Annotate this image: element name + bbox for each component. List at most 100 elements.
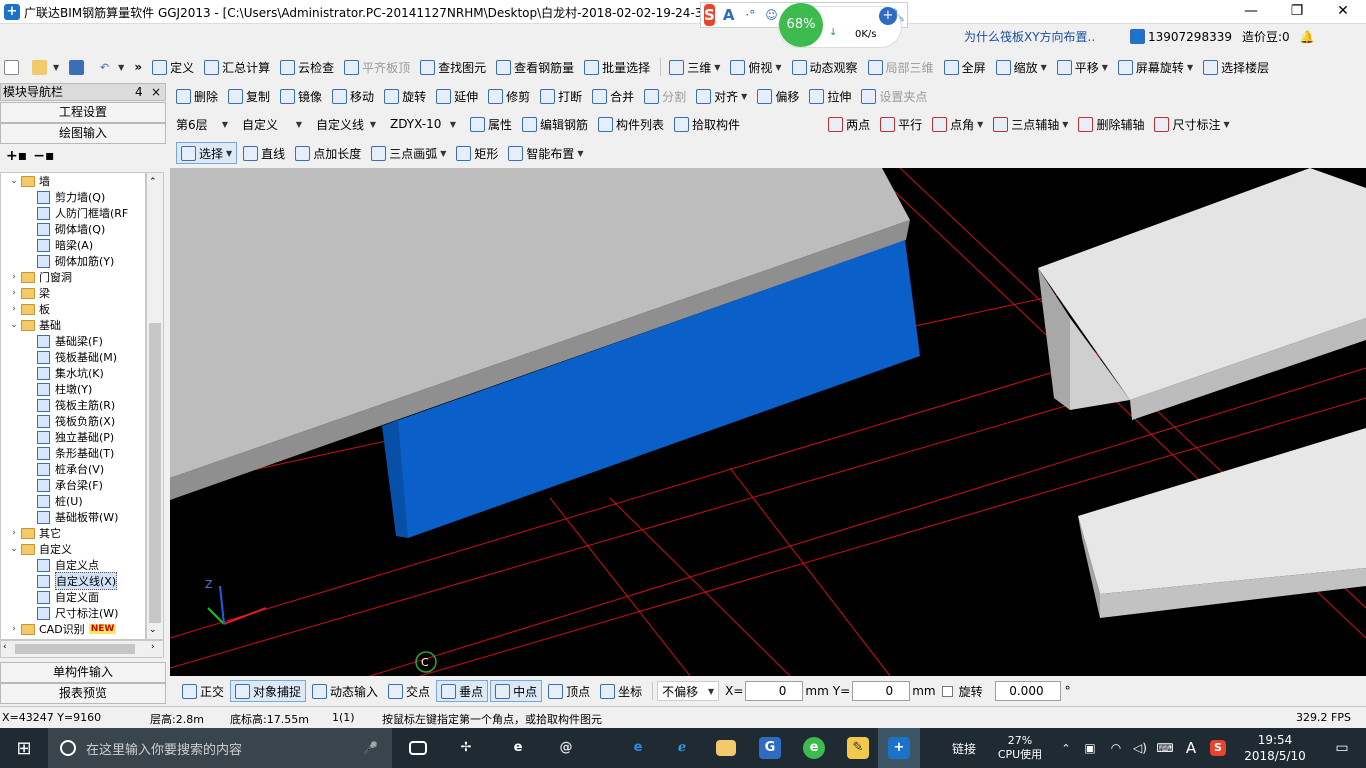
minimize-button[interactable]: —	[1228, 0, 1274, 24]
expand-toggle-icon[interactable]: ›	[9, 624, 19, 634]
tree-item[interactable]: 筏板基础(M)	[1, 349, 145, 365]
chevron-down-icon[interactable]: ▼	[977, 120, 983, 129]
tree-vertical-scrollbar[interactable]: ⌃ ⌄	[146, 172, 164, 640]
task-view-icon[interactable]	[398, 728, 438, 768]
tree-item[interactable]: 暗梁(A)	[1, 237, 145, 253]
main-tool-1[interactable]: 汇总计算	[200, 56, 274, 78]
edit-tool-9[interactable]: 分割	[640, 85, 690, 107]
nav-report-preview[interactable]: 报表预览	[0, 683, 166, 704]
chevron-down-icon[interactable]: ▼	[775, 63, 781, 72]
rotate-angle-input[interactable]: 0.000	[994, 681, 1061, 701]
3d-scene[interactable]: Z C	[170, 168, 1366, 676]
chevron-down-icon[interactable]: ▼	[1187, 63, 1193, 72]
snap-option-6[interactable]: 顶点	[544, 680, 594, 702]
draw-tool-1[interactable]: 直线	[239, 142, 289, 164]
main-tool-2[interactable]: 云检查	[276, 56, 338, 78]
expand-toggle-icon[interactable]: ›	[9, 288, 19, 298]
view-tool-7[interactable]: 屏幕旋转 ▼	[1114, 56, 1197, 78]
edit-tool-6[interactable]: 修剪	[484, 85, 534, 107]
input-language[interactable]: A	[1180, 728, 1202, 768]
tree-item[interactable]: 桩承台(V)	[1, 461, 145, 477]
tree-item[interactable]: 承台梁(F)	[1, 477, 145, 493]
snap-option-4[interactable]: 垂点	[436, 680, 489, 702]
help-link[interactable]: 为什么筏板XY方向布置..	[964, 28, 1095, 45]
close-button[interactable]: ✕	[1320, 0, 1366, 24]
component-tool-2[interactable]: 构件列表	[594, 113, 668, 135]
ie-icon[interactable]: e	[498, 728, 538, 768]
aux-axis-tool-1[interactable]: 平行	[876, 113, 926, 135]
view-tool-4[interactable]: 全屏	[940, 56, 990, 78]
restore-button[interactable]: ❐	[1274, 0, 1320, 24]
edit-tool-13[interactable]: 设置夹点	[857, 85, 931, 107]
tray-expand-icon[interactable]: ⌃	[1056, 728, 1076, 768]
chevron-down-icon[interactable]: ▼	[1041, 63, 1047, 72]
scroll-up-icon[interactable]: ⌃	[149, 177, 157, 187]
start-button[interactable]: ⊞	[0, 728, 48, 768]
floor-select[interactable]: 第6层 ▼	[172, 114, 232, 134]
taskbar-search[interactable]: 在这里输入你要搜索的内容 🎤	[48, 728, 392, 768]
tree-item[interactable]: › CAD识别 NEW	[1, 621, 145, 637]
snap-option-2[interactable]: 动态输入	[308, 680, 382, 702]
tree-item[interactable]: › 板	[1, 301, 145, 317]
tree-item[interactable]: 自定义面	[1, 589, 145, 605]
tree-item[interactable]: 基础板带(W)	[1, 509, 145, 525]
view-tool-3[interactable]: 局部三维	[864, 56, 938, 78]
expand-all-icon[interactable]: +▪	[6, 148, 27, 164]
edit-tool-12[interactable]: 拉伸	[805, 85, 855, 107]
clock[interactable]: 19:54 2018/5/10	[1236, 728, 1314, 768]
scroll-down-icon[interactable]: ⌄	[149, 625, 157, 635]
open-folder-icon[interactable]: ▼	[28, 56, 63, 78]
tree-item[interactable]: › 门窗洞	[1, 269, 145, 285]
x-offset-input[interactable]: 0	[745, 681, 804, 701]
edit-tool-1[interactable]: 复制	[224, 85, 274, 107]
tree-item[interactable]: 砌体加筋(Y)	[1, 253, 145, 269]
view-tool-6[interactable]: 平移 ▼	[1053, 56, 1112, 78]
expand-toggle-icon[interactable]: ⌄	[9, 176, 19, 186]
collapse-all-icon[interactable]: −▪	[33, 148, 54, 164]
main-tool-6[interactable]: 批量选择	[580, 56, 654, 78]
rotate-checkbox[interactable]	[941, 685, 953, 697]
tree-item[interactable]: 自定义点	[1, 557, 145, 573]
keyboard-icon[interactable]: ⌨	[1152, 728, 1178, 768]
draw-tool-2[interactable]: 点加长度	[291, 142, 365, 164]
user-info[interactable]: 👤 13907298339 造价豆:0 🔔	[1130, 28, 1315, 45]
snap-option-1[interactable]: 对象捕捉	[230, 680, 307, 702]
tree-item[interactable]: ⌄ 自定义	[1, 541, 145, 557]
edit-tool-11[interactable]: 偏移	[753, 85, 803, 107]
snap-option-7[interactable]: 坐标	[596, 680, 646, 702]
view-tool-2[interactable]: 动态观察	[788, 56, 862, 78]
component-tool-0[interactable]: 属性	[466, 113, 516, 135]
view-tool-5[interactable]: 缩放 ▼	[992, 56, 1051, 78]
edit-tool-5[interactable]: 延伸	[432, 85, 482, 107]
tree-item[interactable]: ⌄ 墙	[1, 173, 145, 189]
y-offset-input[interactable]: 0	[852, 681, 911, 701]
view-tool-1[interactable]: 俯视 ▼	[726, 56, 785, 78]
sogou-tray-icon[interactable]: S	[1206, 728, 1230, 768]
ggj-app-icon[interactable]: +	[878, 728, 920, 768]
undo-icon[interactable]: ↶ ▼	[93, 56, 128, 78]
tree-horizontal-scrollbar[interactable]: ‹ ›	[0, 640, 164, 658]
view-tool-0[interactable]: 三维 ▼	[665, 56, 724, 78]
edit-tool-3[interactable]: 移动	[328, 85, 378, 107]
tree-item[interactable]: ⌄ 基础	[1, 317, 145, 333]
tree-item[interactable]: 柱墩(Y)	[1, 381, 145, 397]
tree-item[interactable]: › 其它	[1, 525, 145, 541]
aux-axis-tool-2[interactable]: 点角 ▼	[928, 113, 987, 135]
edit-tool-10[interactable]: 对齐 ▼	[692, 85, 751, 107]
edit-tool-7[interactable]: 打断	[536, 85, 586, 107]
main-tool-3[interactable]: 平齐板顶	[340, 56, 414, 78]
microphone-icon[interactable]: 🎤	[363, 741, 378, 755]
expand-toggle-icon[interactable]: ⌄	[9, 320, 19, 330]
tree-item[interactable]: 筏板主筋(R)	[1, 397, 145, 413]
nav-single-component-input[interactable]: 单构件输入	[0, 662, 166, 683]
tree-item[interactable]: 人防门框墙(RF	[1, 205, 145, 221]
plus-icon[interactable]: +	[879, 7, 897, 25]
fan-app-icon[interactable]: ✢	[446, 728, 486, 768]
tree-item[interactable]: 独立基础(P)	[1, 429, 145, 445]
swirl-app-icon[interactable]: @	[546, 728, 586, 768]
component-tool-3[interactable]: 拾取构件	[670, 113, 744, 135]
3d-viewport[interactable]: Z C	[170, 168, 1366, 676]
file-explorer-icon[interactable]	[706, 728, 746, 768]
component-select[interactable]: ZDYX-10 ▼	[386, 114, 460, 134]
chevron-down-icon[interactable]: ▼	[741, 92, 747, 101]
